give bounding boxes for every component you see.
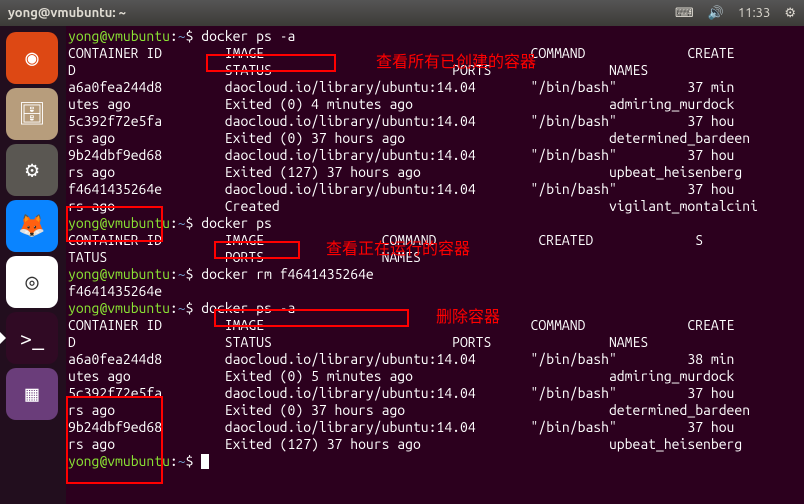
command-text: docker rm f4641435264e <box>201 266 373 282</box>
terminal-output-line: utes ago Exited (0) 5 minutes ago admiri… <box>68 368 802 385</box>
sound-icon[interactable]: 🔊 <box>708 6 724 21</box>
command-text: docker ps <box>201 215 272 231</box>
terminal-output-line: rs ago Created vigilant_montalcini <box>68 198 802 215</box>
launcher-ubuntu-dash-icon[interactable]: ◉ <box>6 32 58 84</box>
terminal-output-line: a6a0fea244d8 daocloud.io/library/ubuntu:… <box>68 79 802 96</box>
keyboard-icon[interactable]: ⌨ <box>675 6 694 21</box>
launcher-firefox-icon[interactable]: 🦊 <box>6 200 58 252</box>
gear-icon[interactable]: ⚙ <box>784 6 796 21</box>
terminal-line: yong@vmubuntu:~$ <box>68 453 802 470</box>
clock-text[interactable]: 11:33 <box>738 6 771 20</box>
terminal-output-line: a6a0fea244d8 daocloud.io/library/ubuntu:… <box>68 351 802 368</box>
launcher-chrome-icon[interactable]: ◎ <box>6 256 58 308</box>
terminal-output-line: 5c392f72e5fa daocloud.io/library/ubuntu:… <box>68 385 802 402</box>
terminal-output-line: D STATUS PORTS NAMES <box>68 334 802 351</box>
terminal-output-line: f4641435264e <box>68 283 802 300</box>
window-title: yong@vmubuntu: ~ <box>8 6 126 20</box>
unity-launcher: ◉🗄⚙🦊◎>_▦ <box>0 26 66 504</box>
launcher-files-icon[interactable]: 🗄 <box>6 88 58 140</box>
terminal-line: yong@vmubuntu:~$ docker ps <box>68 215 802 232</box>
terminal-output-line: D STATUS PORTS NAMES <box>68 62 802 79</box>
terminal-output-line: 9b24dbf9ed68 daocloud.io/library/ubuntu:… <box>68 147 802 164</box>
terminal-output-line: CONTAINER ID IMAGE COMMAND CREATE <box>68 317 802 334</box>
terminal-line: yong@vmubuntu:~$ docker ps -a <box>68 300 802 317</box>
terminal-output-line: utes ago Exited (0) 4 minutes ago admiri… <box>68 96 802 113</box>
terminal-line: yong@vmubuntu:~$ docker rm f4641435264e <box>68 266 802 283</box>
launcher-workspace-icon[interactable]: ▦ <box>6 368 58 420</box>
terminal-viewport[interactable]: yong@vmubuntu:~$ docker ps -aCONTAINER I… <box>66 26 804 504</box>
terminal-output-line: rs ago Exited (127) 37 hours ago upbeat_… <box>68 164 802 181</box>
cursor-icon <box>201 454 209 469</box>
terminal-output-line: CONTAINER ID IMAGE COMMAND CREATED S <box>68 232 802 249</box>
terminal-output-line: CONTAINER ID IMAGE COMMAND CREATE <box>68 45 802 62</box>
launcher-terminal-icon[interactable]: >_ <box>6 312 58 364</box>
terminal-output-line: 5c392f72e5fa daocloud.io/library/ubuntu:… <box>68 113 802 130</box>
window-titlebar: yong@vmubuntu: ~ ⌨ 🔊 11:33 ⚙ <box>0 0 804 26</box>
terminal-output-line: TATUS PORTS NAMES <box>68 249 802 266</box>
terminal-output-line: rs ago Exited (127) 37 hours ago upbeat_… <box>68 436 802 453</box>
command-text: docker ps -a <box>201 300 295 316</box>
command-text: docker ps -a <box>201 28 295 44</box>
terminal-output-line: f4641435264e daocloud.io/library/ubuntu:… <box>68 181 802 198</box>
launcher-settings-icon[interactable]: ⚙ <box>6 144 58 196</box>
terminal-output-line: rs ago Exited (0) 37 hours ago determine… <box>68 402 802 419</box>
terminal-output-line: rs ago Exited (0) 37 hours ago determine… <box>68 130 802 147</box>
terminal-line: yong@vmubuntu:~$ docker ps -a <box>68 28 802 45</box>
terminal-output-line: 9b24dbf9ed68 daocloud.io/library/ubuntu:… <box>68 419 802 436</box>
